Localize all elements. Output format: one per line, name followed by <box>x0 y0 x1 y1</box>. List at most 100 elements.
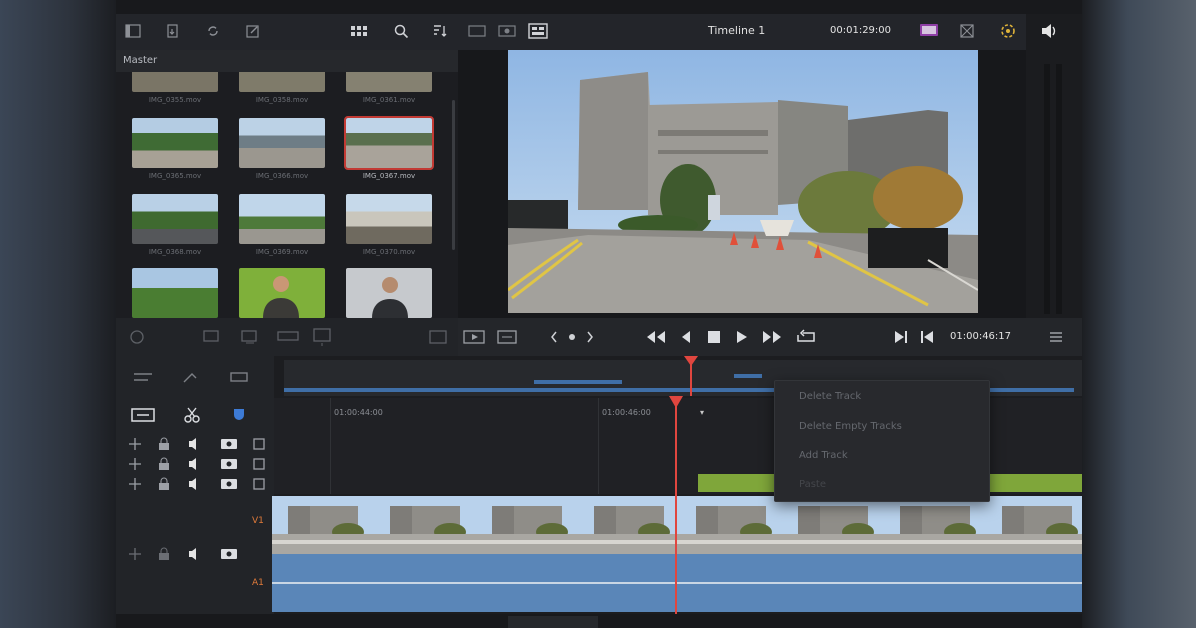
step-back-icon[interactable] <box>678 328 694 346</box>
jog-control-icon[interactable] <box>550 329 594 345</box>
track-context-menu: Delete Track Delete Empty Tracks Add Tra… <box>774 380 990 502</box>
clip-thumbnail[interactable] <box>346 194 432 244</box>
clip-thumbnail[interactable] <box>346 72 432 92</box>
ripple-overwrite-icon[interactable] <box>276 328 300 346</box>
clip-view-icon[interactable] <box>468 24 486 38</box>
lock-track-icon[interactable] <box>158 477 170 491</box>
overview-playhead-head[interactable] <box>684 356 698 366</box>
track-select-icon[interactable] <box>252 437 266 451</box>
clip-thumbnail[interactable] <box>239 118 325 168</box>
clip-thumbnail-greenscreen[interactable] <box>239 268 325 318</box>
razor-icon[interactable] <box>182 406 202 424</box>
timeline-zoom-icon[interactable] <box>228 368 252 386</box>
meter-left <box>1044 64 1050 314</box>
clip-thumbnail[interactable] <box>132 72 218 92</box>
viewer-frame <box>508 50 978 313</box>
layout-view-icon[interactable] <box>528 23 548 39</box>
ruler-mark: 01:00:46:00 <box>602 408 651 417</box>
clip-thumbnail[interactable] <box>239 72 325 92</box>
mark-in-icon[interactable] <box>892 328 910 346</box>
timeline-edit-icon[interactable] <box>180 368 204 386</box>
menu-item-paste[interactable]: Paste <box>799 479 826 490</box>
timeline-options-icon[interactable] <box>132 368 156 386</box>
track-select-icon[interactable] <box>252 477 266 491</box>
speaker-icon[interactable] <box>188 477 202 491</box>
grid-view-icon[interactable] <box>346 20 372 42</box>
video-toggle-icon[interactable] <box>220 477 238 491</box>
speaker-icon[interactable] <box>188 437 202 451</box>
mark-out-icon[interactable] <box>918 328 936 346</box>
next-clip-icon[interactable] <box>760 328 784 346</box>
insert-clip-icon[interactable] <box>202 328 222 346</box>
monitor-icon[interactable] <box>918 21 940 41</box>
bin-label[interactable]: Master <box>123 55 157 66</box>
effects-icon[interactable] <box>998 21 1018 41</box>
snapping-icon[interactable] <box>230 406 248 424</box>
track-label-v1: V1 <box>252 516 264 526</box>
background-blur-left <box>0 0 116 628</box>
overview-clip-strip <box>734 374 762 378</box>
menu-item-delete-track[interactable]: Delete Track <box>799 391 861 402</box>
source-overwrite-icon[interactable] <box>428 328 448 346</box>
play-icon[interactable] <box>734 328 750 346</box>
sidebar-toggle-icon[interactable] <box>120 20 146 42</box>
clip-name: IMG_0365.mov <box>148 172 202 180</box>
lock-track-icon[interactable] <box>158 437 170 451</box>
match-frame-icon[interactable] <box>462 328 486 346</box>
video-toggle-icon[interactable] <box>220 457 238 471</box>
stop-icon[interactable] <box>706 328 722 346</box>
place-on-top-icon[interactable] <box>312 327 334 347</box>
playhead-handle[interactable] <box>669 396 683 408</box>
track-label-a1: A1 <box>252 578 264 588</box>
prev-clip-icon[interactable] <box>644 328 668 346</box>
ruler-tick <box>330 398 331 494</box>
overview-clip-strip <box>534 380 622 384</box>
track-row-v1-header <box>116 474 274 494</box>
speaker-icon[interactable] <box>188 547 202 561</box>
move-track-icon[interactable] <box>128 437 142 451</box>
chevron-down-icon[interactable]: ▾ <box>700 408 704 417</box>
video-toggle-icon[interactable] <box>220 547 238 561</box>
audio-sync-icon[interactable] <box>126 328 148 346</box>
track-select-icon[interactable] <box>252 457 266 471</box>
timeline-duration: 00:01:29:00 <box>830 25 892 36</box>
transform-icon[interactable] <box>958 22 976 40</box>
video-track-v1[interactable] <box>272 496 1082 554</box>
clip-thumbnail[interactable] <box>132 268 218 318</box>
timeline-name[interactable]: Timeline 1 <box>708 24 765 37</box>
loop-icon[interactable] <box>794 328 818 346</box>
clip-name: IMG_0369.mov <box>255 248 309 256</box>
options-menu-icon[interactable] <box>1048 329 1064 345</box>
page-tab-edit[interactable] <box>508 616 598 628</box>
move-track-icon[interactable] <box>128 547 142 561</box>
timeline-clip-greenscreen[interactable] <box>988 474 1082 492</box>
sort-icon[interactable] <box>426 20 452 42</box>
sync-icon[interactable] <box>200 20 226 42</box>
ruler-mark: 01:00:44:00 <box>334 408 383 417</box>
source-view-icon[interactable] <box>498 24 516 38</box>
menu-item-delete-empty-tracks[interactable]: Delete Empty Tracks <box>799 421 902 432</box>
menu-item-add-track[interactable]: Add Track <box>799 450 848 461</box>
audio-track-a1[interactable] <box>272 554 1082 612</box>
append-clip-icon[interactable] <box>240 328 260 346</box>
import-icon[interactable] <box>160 20 186 42</box>
lock-track-icon[interactable] <box>158 547 170 561</box>
clip-thumbnail[interactable] <box>132 194 218 244</box>
search-icon[interactable] <box>388 20 414 42</box>
clip-thumbnail-selected[interactable] <box>344 116 434 170</box>
video-toggle-icon[interactable] <box>220 437 238 451</box>
move-track-icon[interactable] <box>128 457 142 471</box>
track-height-icon[interactable] <box>130 406 156 424</box>
move-track-icon[interactable] <box>128 477 142 491</box>
clip-thumbnail-interview[interactable] <box>346 268 432 318</box>
volume-icon[interactable] <box>1040 23 1058 39</box>
clip-thumbnail[interactable] <box>239 194 325 244</box>
edit-icon[interactable] <box>240 20 266 42</box>
monitor-toggle-icon[interactable] <box>496 328 518 346</box>
pool-scrollbar[interactable] <box>452 100 455 250</box>
playhead-line[interactable] <box>675 398 677 614</box>
media-pool-toolbar <box>116 14 458 50</box>
lock-track-icon[interactable] <box>158 457 170 471</box>
speaker-icon[interactable] <box>188 457 202 471</box>
clip-thumbnail[interactable] <box>132 118 218 168</box>
